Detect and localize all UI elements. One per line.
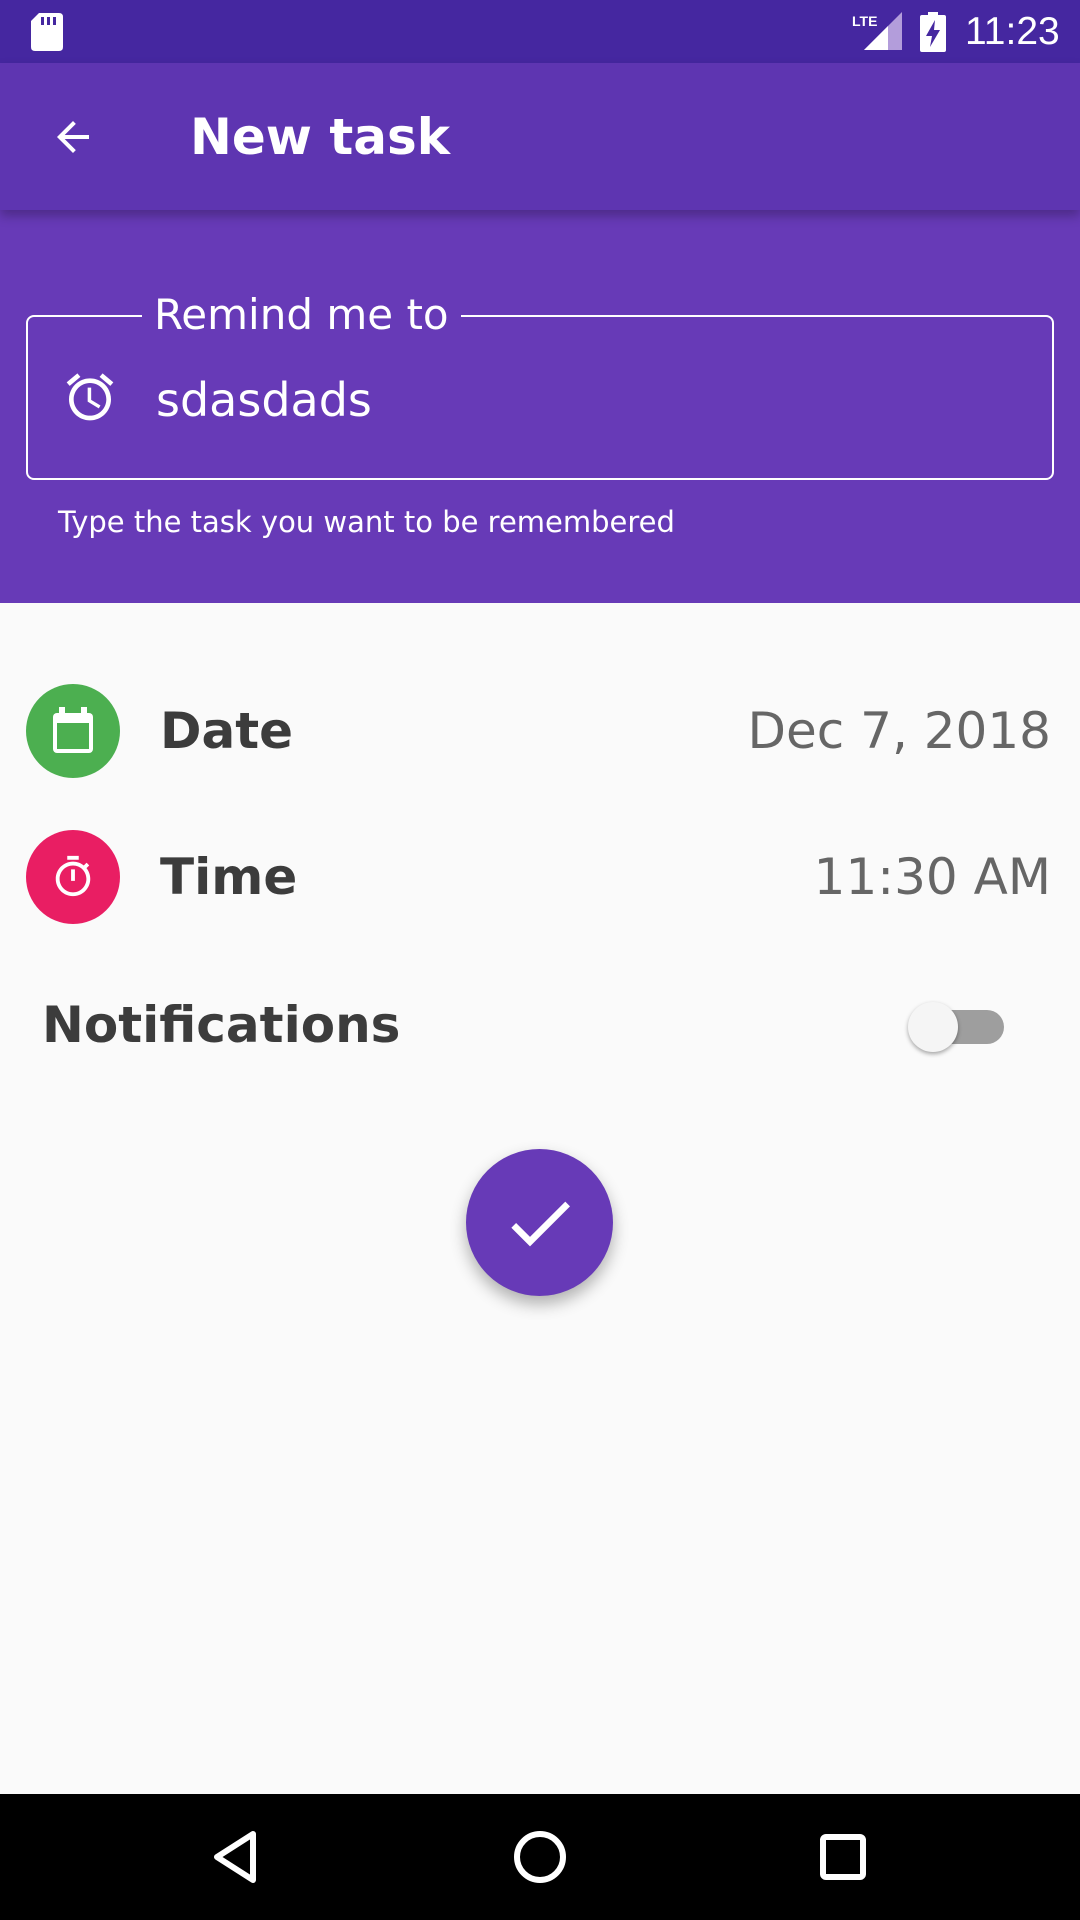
arrow-back-icon [57, 121, 89, 153]
system-nav-bar [0, 1794, 1080, 1920]
notifications-label: Notifications [42, 996, 401, 1054]
toggle-thumb [908, 1002, 958, 1052]
date-row[interactable]: Date Dec 7, 2018 [0, 671, 1080, 791]
status-bar: LTE 11:23 [0, 0, 1080, 63]
stopwatch-icon [55, 855, 91, 897]
date-label: Date [160, 702, 294, 760]
reminder-helper-text: Type the task you want to be remembered [58, 505, 675, 539]
app-bar: New task [0, 63, 1080, 210]
date-value[interactable]: Dec 7, 2018 [748, 701, 1052, 761]
reminder-input[interactable] [154, 369, 1038, 431]
status-clock: 11:23 [965, 10, 1060, 53]
notifications-toggle[interactable] [908, 1000, 1004, 1052]
time-label: Time [160, 848, 298, 906]
back-triangle-icon[interactable] [201, 1822, 271, 1892]
reminder-header: Remind me to Type the task you want to b… [0, 210, 1080, 603]
lte-signal-icon: LTE [852, 12, 902, 50]
time-icon-circle [26, 830, 120, 924]
reminder-field-label: Remind me to [142, 291, 461, 339]
reminder-field[interactable]: Remind me to [26, 291, 1054, 480]
date-icon-circle [26, 684, 120, 778]
home-circle-icon[interactable] [505, 1822, 575, 1892]
time-value[interactable]: 11:30 AM [814, 847, 1051, 907]
sd-card-icon [31, 13, 63, 51]
calendar-icon [53, 707, 93, 753]
save-fab-button[interactable] [466, 1149, 613, 1296]
recents-square-icon[interactable] [808, 1822, 878, 1892]
alarm-clock-icon [66, 373, 114, 421]
check-icon [510, 1201, 570, 1246]
time-row[interactable]: Time 11:30 AM [0, 817, 1080, 937]
battery-charging-icon [920, 12, 946, 52]
svg-text:LTE: LTE [852, 13, 877, 29]
back-button[interactable] [38, 105, 108, 169]
page-title: New task [190, 108, 451, 166]
